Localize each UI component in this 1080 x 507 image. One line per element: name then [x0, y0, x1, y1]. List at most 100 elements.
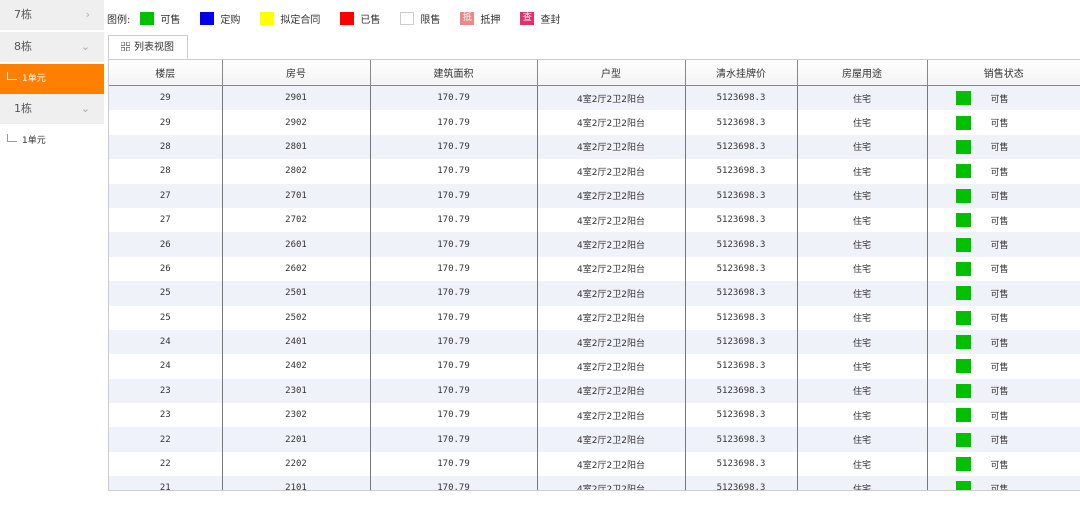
cell-sale-status: 可售: [927, 476, 1080, 490]
table-row[interactable]: 28 2802 170.79 4室2厅2卫2阳台 5123698.3 住宅 可售: [109, 159, 1080, 184]
tab-label: 列表视图: [134, 42, 174, 53]
table-row[interactable]: 23 2302 170.79 4室2厅2卫2阳台 5123698.3 住宅 可售: [109, 403, 1080, 428]
status-label: 可售: [990, 216, 1009, 227]
cell-price: 5123698.3: [685, 134, 798, 160]
cell-layout: 4室2厅2卫2阳台: [537, 354, 686, 379]
cell-area: 170.79: [370, 134, 538, 160]
cell-price: 5123698.3: [685, 354, 798, 379]
cell-price: 5123698.3: [685, 159, 798, 184]
legend-swatch: [140, 11, 155, 25]
status-label: 可售: [990, 192, 1009, 203]
cell-usage: 住宅: [797, 281, 928, 306]
status-label: 可售: [990, 460, 1009, 471]
cell-usage: 住宅: [797, 256, 928, 282]
column-header-sale-status[interactable]: 销售状态: [927, 60, 1080, 86]
status-label: 可售: [990, 387, 1009, 398]
cell-area: 170.79: [370, 451, 538, 477]
cell-floor: 24: [109, 329, 223, 355]
legend-label: 拟定合同: [280, 14, 321, 26]
column-header-price[interactable]: 清水挂牌价: [685, 60, 798, 86]
cell-floor: 23: [109, 378, 223, 404]
sidebar-item-building-7[interactable]: 7栋 ›: [0, 0, 104, 32]
table-row[interactable]: 24 2402 170.79 4室2厅2卫2阳台 5123698.3 住宅 可售: [109, 354, 1080, 379]
table-row[interactable]: 25 2501 170.79 4室2厅2卫2阳台 5123698.3 住宅 可售: [109, 281, 1080, 306]
tab-list-view[interactable]: 列表视图: [108, 35, 188, 59]
legend-item: 已售: [340, 11, 380, 26]
cell-room-number: 2501: [222, 281, 371, 306]
column-header-layout[interactable]: 户型: [537, 60, 686, 86]
legend-label: 查封: [540, 14, 561, 26]
cell-floor: 21: [109, 476, 223, 490]
cell-price: 5123698.3: [685, 378, 798, 404]
cell-floor: 25: [109, 305, 223, 330]
table-row[interactable]: 29 2902 170.79 4室2厅2卫2阳台 5123698.3 住宅 可售: [109, 110, 1080, 135]
cell-room-number: 2502: [222, 305, 371, 330]
column-header-room-number[interactable]: 房号: [222, 60, 371, 86]
cell-layout: 4室2厅2卫2阳台: [537, 427, 686, 452]
status-color-box: [955, 237, 971, 252]
sidebar-item-label: 1单元: [22, 74, 46, 84]
table-row[interactable]: 25 2502 170.79 4室2厅2卫2阳台 5123698.3 住宅 可售: [109, 305, 1080, 330]
legend-label: 已售: [360, 14, 381, 26]
table-row[interactable]: 22 2201 170.79 4室2厅2卫2阳台 5123698.3 住宅 可售: [109, 427, 1080, 452]
cell-area: 170.79: [370, 256, 538, 282]
table-row[interactable]: 27 2702 170.79 4室2厅2卫2阳台 5123698.3 住宅 可售: [109, 207, 1080, 233]
cell-sale-status: 可售: [927, 232, 1080, 257]
cell-usage: 住宅: [797, 305, 928, 330]
status-color-box: [955, 188, 971, 203]
cell-area: 170.79: [370, 110, 538, 135]
cell-price: 5123698.3: [685, 85, 798, 111]
table-row[interactable]: 26 2602 170.79 4室2厅2卫2阳台 5123698.3 住宅 可售: [109, 256, 1080, 282]
legend-item: 抵抵押: [460, 11, 500, 26]
status-label: 可售: [990, 411, 1009, 422]
sidebar-item-building-8[interactable]: 8栋 ⌄: [0, 32, 104, 64]
legend-swatch: [400, 11, 415, 25]
sidebar-item-unit-1[interactable]: 1单元: [0, 126, 104, 156]
table-row[interactable]: 26 2601 170.79 4室2厅2卫2阳台 5123698.3 住宅 可售: [109, 232, 1080, 257]
sidebar-item-building-1[interactable]: 1栋 ⌄: [0, 94, 104, 126]
sidebar-item-unit-1-active[interactable]: 1单元: [0, 64, 104, 94]
status-label: 可售: [990, 338, 1009, 349]
cell-usage: 住宅: [797, 427, 928, 452]
cell-floor: 25: [109, 281, 223, 306]
cell-floor: 28: [109, 134, 223, 160]
column-header-floor[interactable]: 楼层: [109, 60, 223, 86]
cell-layout: 4室2厅2卫2阳台: [537, 403, 686, 428]
cell-sale-status: 可售: [927, 110, 1080, 135]
column-header-area[interactable]: 建筑面积: [370, 60, 538, 86]
cell-floor: 29: [109, 110, 223, 135]
column-header-usage[interactable]: 房屋用途: [797, 60, 928, 86]
cell-sale-status: 可售: [927, 183, 1080, 208]
table-row[interactable]: 24 2401 170.79 4室2厅2卫2阳台 5123698.3 住宅 可售: [109, 329, 1080, 355]
table-row[interactable]: 22 2202 170.79 4室2厅2卫2阳台 5123698.3 住宅 可售: [109, 451, 1080, 477]
cell-room-number: 2402: [222, 354, 371, 379]
cell-sale-status: 可售: [927, 329, 1080, 355]
cell-layout: 4室2厅2卫2阳台: [537, 378, 686, 404]
table-row[interactable]: 29 2901 170.79 4室2厅2卫2阳台 5123698.3 住宅 可售: [109, 85, 1080, 111]
cell-usage: 住宅: [797, 207, 928, 233]
status-color-box: [955, 310, 971, 325]
cell-room-number: 2101: [222, 476, 371, 490]
cell-usage: 住宅: [797, 476, 928, 490]
cell-area: 170.79: [370, 476, 538, 490]
table-row[interactable]: 28 2801 170.79 4室2厅2卫2阳台 5123698.3 住宅 可售: [109, 134, 1080, 160]
cell-usage: 住宅: [797, 403, 928, 428]
table-row[interactable]: 21 2101 170.79 4室2厅2卫2阳台 5123698.3 住宅 可售: [109, 476, 1080, 490]
cell-layout: 4室2厅2卫2阳台: [537, 207, 686, 233]
cell-price: 5123698.3: [685, 476, 798, 490]
status-color-box: [955, 481, 971, 490]
cell-sale-status: 可售: [927, 134, 1080, 160]
legend-item: 限售: [400, 11, 440, 26]
cell-layout: 4室2厅2卫2阳台: [537, 183, 686, 208]
cell-floor: 23: [109, 403, 223, 428]
table-row[interactable]: 27 2701 170.79 4室2厅2卫2阳台 5123698.3 住宅 可售: [109, 183, 1080, 208]
legend-swatch: [340, 11, 355, 25]
cell-layout: 4室2厅2卫2阳台: [537, 305, 686, 330]
table-row[interactable]: 23 2301 170.79 4室2厅2卫2阳台 5123698.3 住宅 可售: [109, 378, 1080, 404]
cell-room-number: 2801: [222, 134, 371, 160]
cell-room-number: 2702: [222, 207, 371, 233]
cell-floor: 22: [109, 427, 223, 452]
cell-floor: 28: [109, 159, 223, 184]
status-label: 可售: [990, 362, 1009, 373]
status-color-box: [955, 457, 971, 472]
